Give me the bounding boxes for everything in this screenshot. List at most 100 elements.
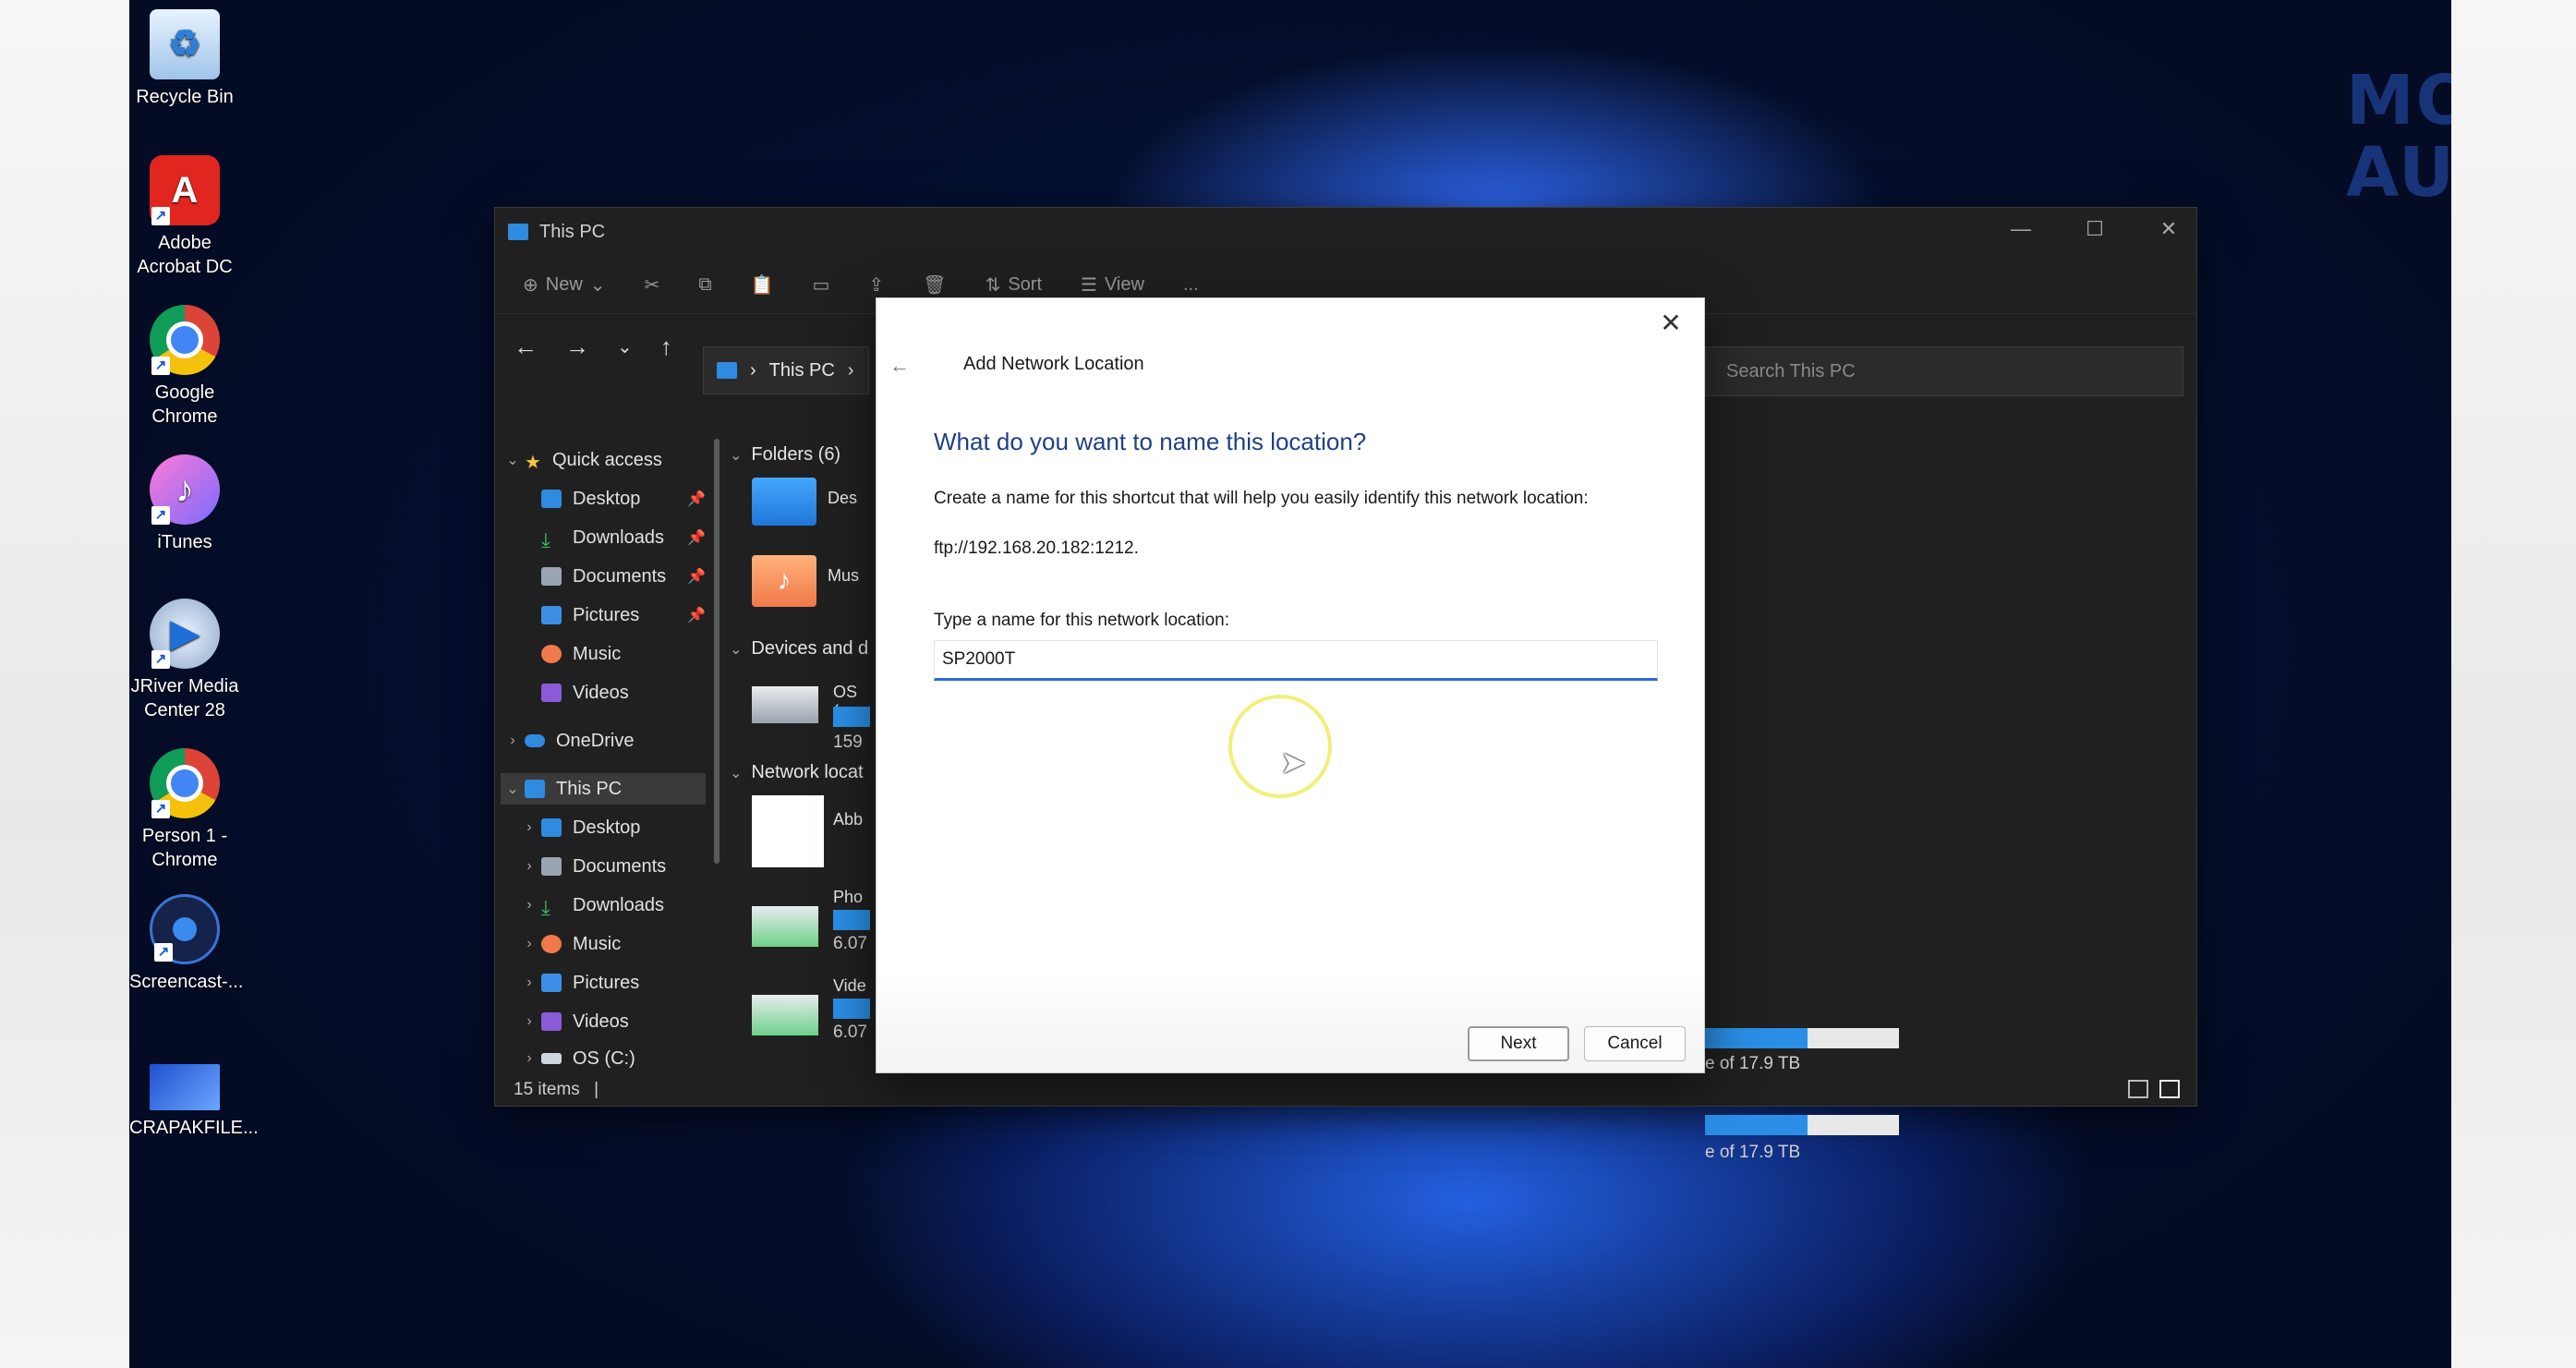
nav-this-pc[interactable]: ⌄ This PC (501, 773, 706, 805)
desktop-icon-jriver[interactable]: ▶ ↗ JRiver Media Center 28 (129, 599, 240, 722)
tiles-view-icon[interactable] (2159, 1080, 2180, 1098)
chevron-down-icon: ⌄ (589, 274, 606, 296)
up-arrow-icon[interactable]: ↑ (660, 333, 672, 361)
pin-icon: 📌 (687, 608, 706, 623)
nav-pc-music[interactable]: › Music (517, 928, 621, 960)
desktop-icon-person1-chrome[interactable]: ↗ Person 1 - Chrome (129, 748, 240, 872)
add-network-location-dialog[interactable]: ✕ ← Add Network Location What do you wan… (876, 297, 1705, 1073)
chevron-right-icon: › (526, 1013, 532, 1029)
nav-scrollbar[interactable] (714, 439, 720, 864)
close-icon[interactable]: ✕ (1654, 308, 1687, 338)
location-name-input[interactable] (934, 640, 1658, 681)
nav-quick-downloads[interactable]: ⤓ Downloads 📌 (541, 522, 706, 553)
plus-icon: ⊕ (523, 274, 538, 296)
network-address: ftp://192.168.20.182:1212. (934, 539, 1139, 558)
search-box[interactable]: Search This PC (1705, 346, 2183, 396)
this-pc-icon (508, 224, 528, 240)
right-border (2451, 0, 2576, 1368)
windows-drive-icon (752, 686, 818, 723)
close-window-icon[interactable]: ✕ (2150, 217, 2187, 241)
jriver-icon: ▶ ↗ (150, 599, 220, 669)
address-bar[interactable]: › This PC › (703, 346, 869, 394)
cut-icon[interactable]: ✂ (645, 273, 660, 297)
desktop-icon-google-chrome[interactable]: ↗ Google Chrome (129, 305, 240, 429)
forward-arrow-icon[interactable]: → (565, 333, 589, 361)
folders-section-header[interactable]: ⌄ Folders (6) (730, 444, 841, 466)
cloud-icon (525, 734, 545, 747)
sort-icon: ⇅ (985, 274, 1001, 296)
network-drive-icon (752, 995, 818, 1035)
shortcut-arrow-icon: ↗ (154, 943, 173, 962)
sort-button[interactable]: ⇅ Sort (986, 273, 1042, 297)
music-folder-icon: ♪ (752, 555, 816, 607)
desktop-icon-adobe-acrobat[interactable]: A ↗ Adobe Acrobat DC (129, 155, 240, 279)
this-pc-icon (525, 780, 545, 798)
dialog-description: Create a name for this shortcut that wil… (934, 489, 1589, 508)
paste-icon[interactable]: 📋 (751, 273, 774, 297)
dialog-heading: What do you want to name this location? (934, 428, 1367, 455)
next-button[interactable]: Next (1468, 1026, 1569, 1061)
view-button[interactable]: ☰ View (1081, 273, 1144, 297)
desktop-icon-recycle-bin[interactable]: ♻ Recycle Bin (129, 9, 240, 109)
back-arrow-icon[interactable]: ← (889, 354, 910, 378)
minimize-icon[interactable]: — (2002, 217, 2039, 241)
nav-quick-access[interactable]: ⌄ ★ Quick access (501, 444, 662, 476)
folder-item-desktop[interactable]: Des (752, 478, 857, 526)
delete-icon[interactable]: 🗑 (923, 273, 946, 297)
nav-onedrive[interactable]: › OneDrive (501, 725, 634, 757)
copy-icon[interactable]: ⧉ (698, 274, 711, 296)
rename-icon[interactable]: ▭ (813, 273, 830, 297)
status-bar: 15 items | (514, 1080, 599, 1099)
share-icon[interactable]: ⇪ (868, 273, 884, 297)
new-button[interactable]: ⊕ New ⌄ (523, 273, 606, 297)
drive-icon (541, 1053, 562, 1064)
nav-pc-videos[interactable]: › Videos (517, 1006, 628, 1037)
folder-item-music[interactable]: ♪ Mus (752, 555, 859, 607)
pin-icon: 📌 (687, 530, 706, 546)
more-options-button[interactable]: ... (1183, 274, 1199, 296)
chevron-right-icon: › (526, 819, 532, 835)
maximize-icon[interactable]: ☐ (2076, 217, 2113, 241)
chevron-right-icon: › (526, 975, 532, 990)
cancel-button[interactable]: Cancel (1584, 1026, 1686, 1061)
screencast-icon: ↗ (150, 894, 220, 964)
nav-pc-desktop[interactable]: › Desktop (517, 812, 640, 843)
desktop-icon-crapakfile[interactable]: CRAPAKFILE... (129, 1064, 259, 1140)
dialog-title: Add Network Location (963, 354, 1144, 374)
devices-section-header[interactable]: ⌄ Devices and d (730, 638, 868, 660)
recent-chevron-icon[interactable]: ⌄ (617, 335, 633, 358)
desktop-folder-icon (752, 478, 816, 526)
chevron-right-icon: › (526, 1050, 532, 1066)
chrome-icon: ↗ (150, 305, 220, 375)
title-bar: This PC (495, 208, 2196, 256)
nav-quick-music[interactable]: Music (541, 638, 621, 670)
nav-pc-downloads[interactable]: › ⤓ Downloads (517, 890, 664, 921)
acrobat-icon: A ↗ (150, 155, 220, 225)
this-pc-icon (717, 362, 737, 379)
nav-quick-videos[interactable]: Videos (541, 677, 629, 708)
network-section-header[interactable]: ⌄ Network locat (730, 762, 864, 783)
breadcrumb-this-pc[interactable]: This PC (769, 360, 835, 381)
nav-quick-pictures[interactable]: Pictures 📌 (541, 599, 706, 631)
breadcrumb-separator-icon: › (847, 359, 854, 381)
nav-pc-documents[interactable]: › Documents (517, 851, 666, 882)
nav-pc-pictures[interactable]: › Pictures (517, 967, 639, 999)
chevron-down-icon: ⌄ (730, 765, 743, 781)
chevron-down-icon: ⌄ (506, 453, 519, 468)
chevron-down-icon: ⌄ (506, 781, 519, 797)
shortcut-arrow-icon: ↗ (151, 357, 170, 375)
desktop-icon-itunes[interactable]: ♪ ↗ iTunes (129, 454, 240, 554)
nav-quick-desktop[interactable]: Desktop 📌 (541, 483, 706, 515)
details-view-icon[interactable] (2128, 1080, 2148, 1098)
download-icon: ⤓ (541, 528, 550, 551)
desktop-folder-icon (541, 490, 562, 508)
nav-quick-documents[interactable]: Documents 📌 (541, 561, 706, 592)
desktop-folder-icon (541, 818, 562, 837)
back-arrow-icon[interactable]: ← (514, 333, 538, 361)
chevron-down-icon: ⌄ (730, 641, 743, 658)
view-icon: ☰ (1081, 274, 1097, 296)
nav-pc-os-c[interactable]: › OS (C:) (517, 1043, 635, 1074)
desktop-icon-screencast[interactable]: ↗ Screencast-... (129, 894, 243, 994)
chrome-profile-icon: ↗ (150, 748, 220, 818)
videos-icon (541, 1012, 562, 1031)
